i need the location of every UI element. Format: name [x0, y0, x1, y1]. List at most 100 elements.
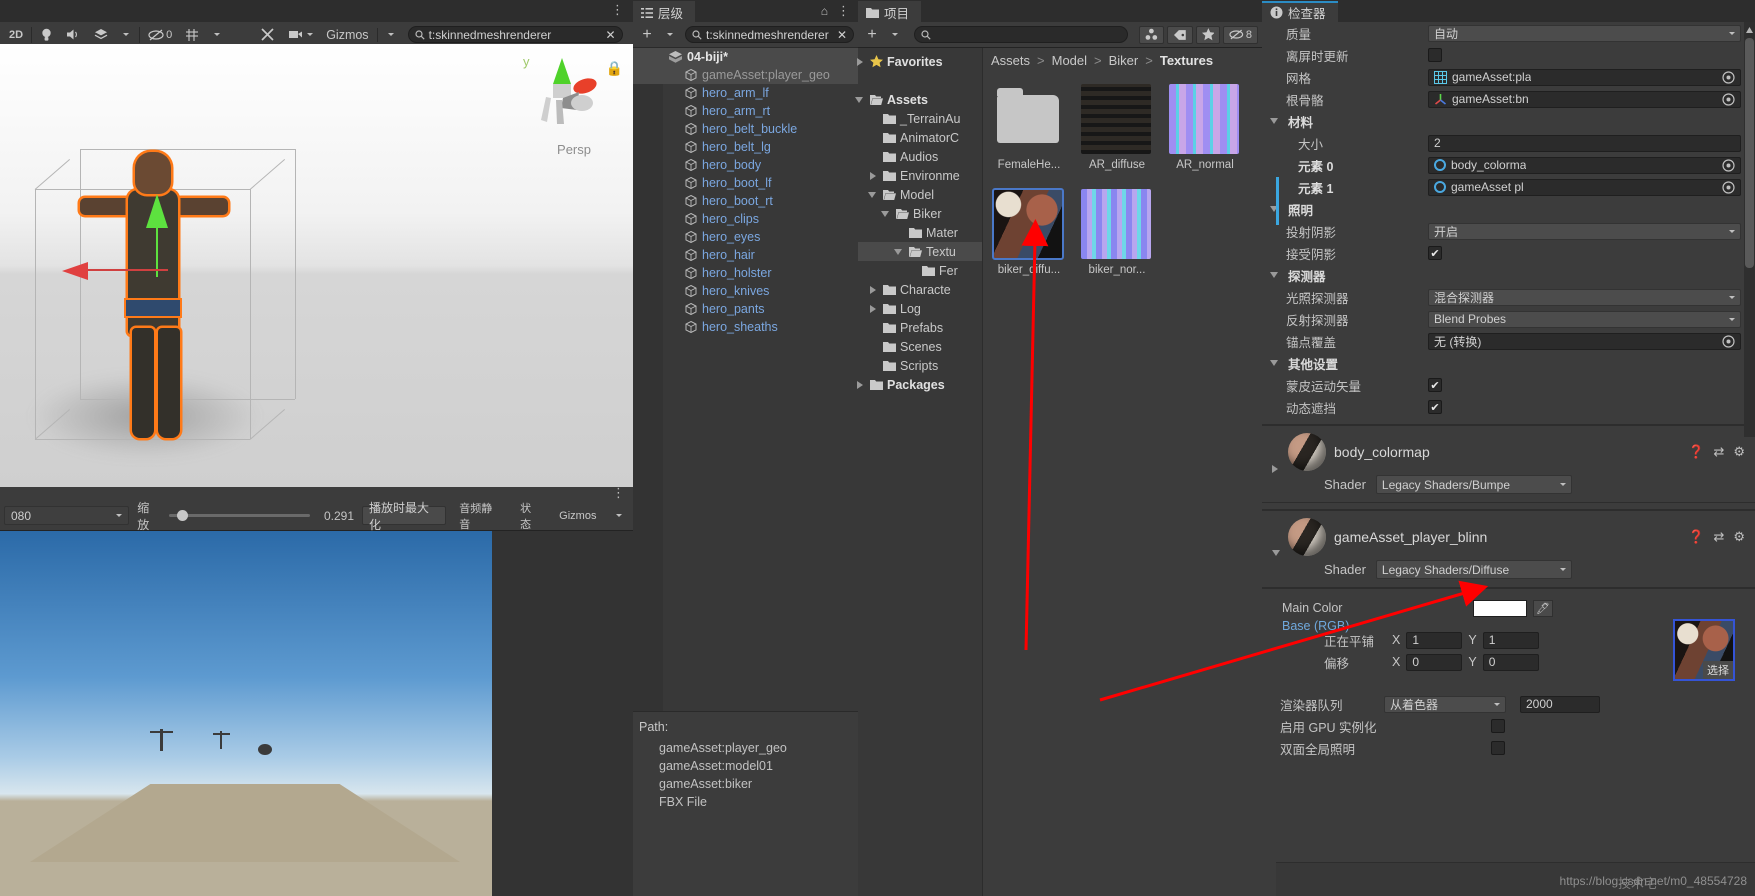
hierarchy-item[interactable]: hero_boot_lf [633, 174, 858, 192]
inspector-material-field[interactable]: body_colorma [1428, 156, 1741, 174]
grid-icon[interactable] [180, 26, 204, 44]
tools-icon[interactable] [255, 26, 280, 44]
kebab-icon[interactable]: ⋮ [837, 3, 850, 19]
effects-icon[interactable] [89, 26, 113, 44]
offset-y-input[interactable]: 0 [1482, 653, 1539, 671]
texture-select-label[interactable]: 选择 [1703, 661, 1733, 679]
hierarchy-item[interactable]: hero_arm_lf [633, 84, 858, 102]
chevron-right-icon[interactable] [870, 171, 876, 180]
material-header[interactable]: gameAsset_player_blinn ❓ ⇄ ⚙ [1262, 510, 1755, 558]
chevron-down-icon[interactable] [881, 210, 889, 217]
game-resolution-dropdown[interactable]: 080 [4, 506, 130, 525]
stats-button[interactable]: 状态 [515, 503, 546, 531]
project-tree-item[interactable]: Assets [855, 90, 982, 109]
selected-character-mesh[interactable] [62, 142, 297, 447]
create-asset-button[interactable]: + [862, 26, 882, 44]
project-tree-item[interactable]: Mater [858, 223, 982, 242]
game-gizmos-button[interactable]: Gizmos [555, 507, 601, 525]
chevron-right-icon[interactable] [857, 380, 863, 389]
tag-icon[interactable] [1166, 25, 1193, 44]
hierarchy-item[interactable]: hero_holster [633, 264, 858, 282]
tab-hierarchy[interactable]: 层级 [633, 1, 696, 22]
asset-item[interactable]: AR_normal [1169, 84, 1241, 171]
chevron-down-icon[interactable] [894, 248, 902, 255]
chevron-down-icon[interactable] [1270, 118, 1278, 124]
offset-x-input[interactable]: 0 [1406, 653, 1463, 671]
mute-audio-button[interactable]: 音频静音 [454, 503, 507, 531]
gizmos-dropdown[interactable] [381, 26, 401, 44]
scene-2d-toggle[interactable]: 2D [4, 26, 28, 44]
hierarchy-item[interactable]: gameAsset:player_geo [633, 66, 858, 84]
asset-item[interactable]: AR_diffuse [1081, 84, 1153, 171]
move-gizmo-x-handle[interactable] [62, 262, 88, 280]
camera-icon[interactable] [283, 26, 318, 44]
project-tree-item[interactable]: Audios [858, 147, 982, 166]
help-icon[interactable]: ❓ [1688, 444, 1704, 460]
kebab-icon[interactable]: ⋮ [612, 485, 625, 501]
hierarchy-item[interactable]: hero_belt_buckle [633, 120, 858, 138]
asset-item[interactable]: biker_nor... [1081, 189, 1153, 276]
avatar-icon[interactable] [1139, 25, 1164, 44]
hierarchy-search-input[interactable]: t:skinnedmeshrenderer ✕ [685, 26, 854, 43]
chevron-right-icon[interactable] [870, 304, 876, 313]
move-gizmo-y-handle[interactable] [146, 194, 168, 228]
hierarchy-item[interactable]: hero_hair [633, 246, 858, 264]
chevron-down-icon[interactable] [868, 191, 876, 198]
inspector-scrollbar-top[interactable] [1744, 22, 1755, 437]
inspector-text-field[interactable]: 2 [1428, 134, 1741, 152]
hierarchy-item[interactable]: hero_eyes [633, 228, 858, 246]
inspector-material-field[interactable]: gameAsset pl [1428, 178, 1741, 196]
tiling-x-input[interactable]: 1 [1406, 631, 1463, 649]
inspector-dropdown[interactable]: Blend Probes [1428, 310, 1741, 328]
hierarchy-item[interactable]: hero_pants [633, 300, 858, 318]
chevron-right-icon[interactable] [870, 285, 876, 294]
project-tree-item[interactable]: Textu [858, 242, 982, 261]
project-tree-item[interactable]: Fer [858, 261, 982, 280]
kebab-icon[interactable]: ⋮ [611, 2, 625, 18]
add-gameobject-button[interactable]: + [637, 26, 657, 44]
chevron-down-icon[interactable] [1272, 550, 1280, 556]
project-tree-item[interactable]: Packages [857, 375, 982, 394]
zoom-slider-knob[interactable] [176, 510, 188, 521]
gear-icon[interactable]: ⚙ [1733, 444, 1745, 460]
shader-dropdown[interactable]: Legacy Shaders/Diffuse [1375, 560, 1572, 579]
breadcrumb-3[interactable]: Textures [1160, 53, 1213, 68]
hidden-objects-toggle[interactable]: 0 [143, 26, 177, 44]
inspector-object-field[interactable]: gameAsset:bn [1428, 90, 1741, 108]
inspector-dropdown[interactable]: 自动 [1428, 24, 1741, 42]
close-icon[interactable]: ✕ [606, 28, 616, 42]
scene-search-input[interactable]: t:skinnedmeshrenderer ✕ [407, 26, 623, 43]
tab-inspector[interactable]: 检查器 [1262, 1, 1338, 22]
double-sided-gi-checkbox[interactable] [1491, 741, 1505, 755]
inspector-scroll-thumb[interactable] [1745, 38, 1754, 268]
create-asset-dropdown[interactable] [885, 26, 905, 44]
breadcrumb-2[interactable]: Biker [1109, 53, 1139, 68]
render-queue-mode-dropdown[interactable]: 从着色器 [1384, 695, 1506, 713]
speaker-icon[interactable] [61, 26, 86, 44]
grid-dropdown[interactable] [207, 26, 227, 44]
asset-item[interactable]: FemaleHe... [993, 84, 1065, 171]
tiling-y-input[interactable]: 1 [1482, 631, 1539, 649]
game-viewport[interactable] [0, 531, 492, 896]
chevron-down-icon[interactable] [1270, 272, 1278, 278]
project-tree-item[interactable]: Environme [858, 166, 982, 185]
gear-icon[interactable]: ⚙ [1733, 529, 1745, 545]
hierarchy-item[interactable]: hero_clips [633, 210, 858, 228]
inspector-checkbox[interactable]: ✔ [1428, 246, 1442, 260]
lightbulb-icon[interactable] [35, 26, 58, 44]
gizmos-button[interactable]: Gizmos [321, 26, 373, 44]
add-gameobject-dropdown[interactable] [660, 26, 680, 44]
chevron-down-icon[interactable] [855, 96, 863, 103]
inspector-object-field[interactable]: 无 (转换) [1428, 332, 1741, 350]
project-tree-item[interactable]: Model [858, 185, 982, 204]
chevron-right-icon[interactable] [1272, 465, 1278, 473]
hierarchy-tree[interactable]: 04-biji* gameAsset:player_geo hero_arm_lf… [633, 48, 858, 716]
inspector-checkbox[interactable] [1428, 48, 1442, 62]
hidden-assets-toggle[interactable]: 8 [1223, 25, 1259, 44]
render-queue-value-input[interactable]: 2000 [1520, 695, 1600, 713]
project-tree-item[interactable]: AnimatorC [858, 128, 982, 147]
star-icon[interactable] [1195, 25, 1221, 44]
scroll-up-arrow-icon[interactable] [1745, 24, 1754, 34]
asset-grid[interactable]: FemaleHe... AR_diffuse AR_normal biker_diff… [983, 72, 1262, 288]
project-tree-item[interactable]: Favorites [857, 52, 982, 71]
